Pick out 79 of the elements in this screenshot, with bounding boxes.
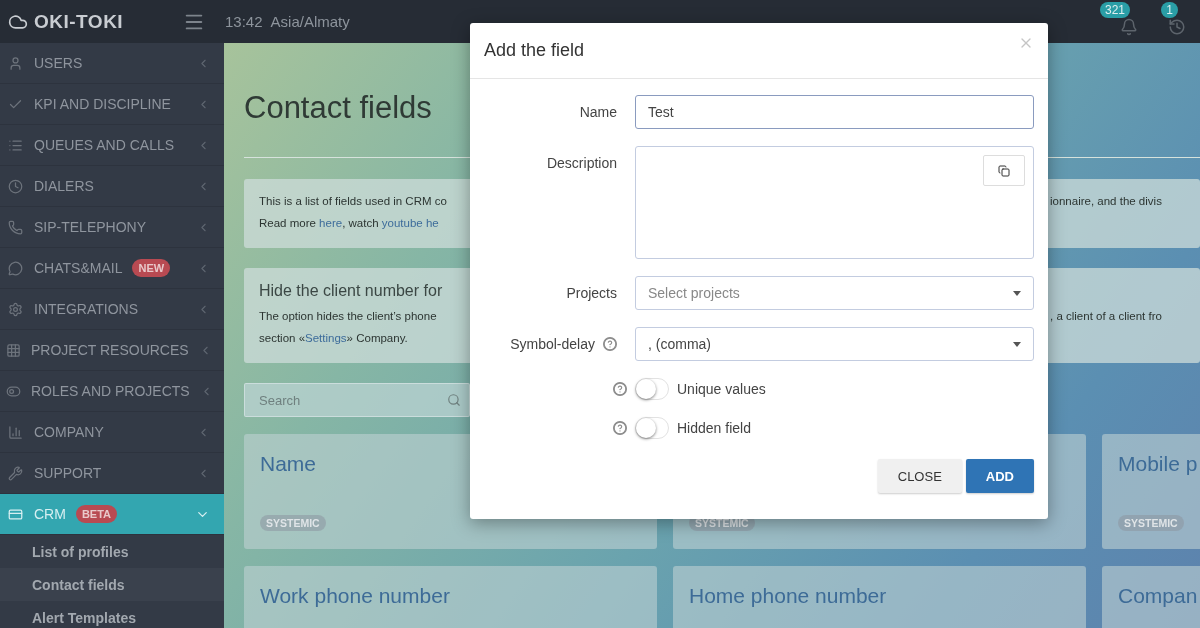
card-badge: SYSTEMIC [260,515,326,531]
search-field[interactable]: Search [244,383,470,417]
info-text: This is a list of fields used in CRM co [259,194,448,209]
timezone: Asia/Almaty [270,13,350,30]
sidebar-label: SUPPORT [34,465,102,481]
sidebar-item[interactable]: CHATS&MAIL NEW [0,248,224,289]
info-heading: Hide the client number for [259,282,443,300]
description-textarea[interactable] [635,146,1034,259]
sidebar-label: KPI AND DISCIPLINE [34,96,171,112]
copy-button[interactable] [983,155,1025,186]
field-label: Projects [566,285,617,301]
sidebar-label: PROJECT RESOURCES [31,342,189,358]
search-input[interactable]: Search [257,391,447,409]
close-button[interactable]: CLOSE [877,459,962,493]
sidebar-label: COMPANY [34,424,104,440]
page-title: Contact fields [244,89,432,127]
sidebar-subitem[interactable]: Contact fields [0,568,224,601]
field-card[interactable]: Home phone number [673,566,1086,628]
select-field[interactable]: Select projects [635,276,1034,310]
bell-icon[interactable] [1120,17,1138,36]
toggle-label: Unique values [677,381,766,397]
select-field[interactable]: , (comma) [635,327,1034,361]
gears-icon [6,301,24,317]
sidebar-label: ROLES AND PROJECTS [31,383,190,399]
card-title: Compan [1118,584,1199,608]
sidebar-badge: NEW [132,259,171,277]
phone-icon [6,219,24,235]
field-card[interactable]: Compan [1102,566,1200,628]
toggle-label: Hidden field [677,420,751,436]
card-title: Name [260,452,318,476]
card-icon [6,506,24,522]
notification-count: 321 [1099,1,1130,18]
sidebar-badge: BETA [75,505,118,523]
search-icon [447,393,461,407]
clock-time: 13:42 [225,13,263,30]
card-title: Mobile p [1118,452,1199,476]
sidebar-item[interactable]: CRM BETA [0,494,224,535]
copy-icon [998,164,1010,177]
bar-chart-icon [6,424,24,440]
info-text: section «Settings» Company. [259,331,409,346]
link[interactable]: here [319,217,343,229]
logo-text: OKI-TOKI [34,10,124,33]
info-text: The option hides the client’s phone [259,309,438,324]
field-label: Name [579,104,617,120]
sidebar-label: CHATS&MAIL [34,260,123,276]
list-icon [6,137,24,153]
field-card[interactable]: Work phone number [244,566,657,628]
info-text: ionnaire, and the divis [1050,194,1163,209]
card-badge: SYSTEMIC [1118,515,1184,531]
history-count: 1 [1161,1,1178,18]
field-card[interactable]: Mobile p SYSTEMIC [1102,434,1200,549]
info-text: , a client of a client fro [1050,309,1163,324]
name-input[interactable]: Test [635,95,1034,129]
wrench-icon [6,465,24,481]
sidebar-label: DIALERS [34,178,94,194]
info-text: Read more here, watch youtube he [259,216,440,231]
modal-title: Add the field [484,40,585,61]
sidebar-label: USERS [34,55,83,71]
toggle-switch[interactable] [635,378,669,400]
card-title: Work phone number [260,584,451,608]
help-icon[interactable] [603,337,617,351]
field-label: Symbol-delay [510,336,595,352]
card-title: Home phone number [689,584,888,608]
help-icon[interactable] [613,382,627,396]
field-label: Description [546,155,617,171]
help-icon[interactable] [613,421,627,435]
sidebar-label: CRM [34,506,66,522]
chat-bubble-icon [6,260,24,276]
add-button[interactable]: ADD [965,459,1034,493]
grid-icon [6,342,21,358]
link[interactable]: youtube he [381,217,439,229]
clock-icon [6,178,24,194]
toggle-switch[interactable] [635,417,669,439]
link[interactable]: Settings [305,332,347,344]
toggle-icon [6,383,21,399]
sidebar-label: SIP-TELEPHONY [34,219,147,235]
sidebar-label: INTEGRATIONS [34,301,138,317]
history-icon[interactable] [1168,17,1186,36]
sidebar-label: QUEUES AND CALLS [34,137,175,153]
